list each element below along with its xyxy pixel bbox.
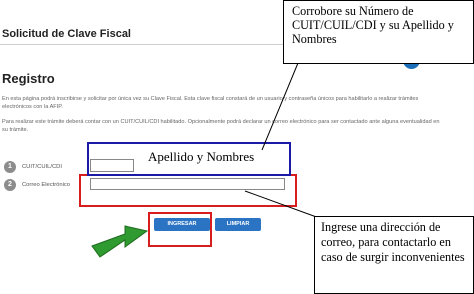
bottom-callout-pointer xyxy=(244,190,323,220)
top-callout: Corrobore su Número de CUIT/CUIL/CDI y s… xyxy=(283,0,474,64)
green-arrow-icon xyxy=(91,225,149,258)
top-callout-pointer xyxy=(261,62,299,151)
bottom-callout: Ingrese una dirección de correo, para co… xyxy=(314,216,474,294)
